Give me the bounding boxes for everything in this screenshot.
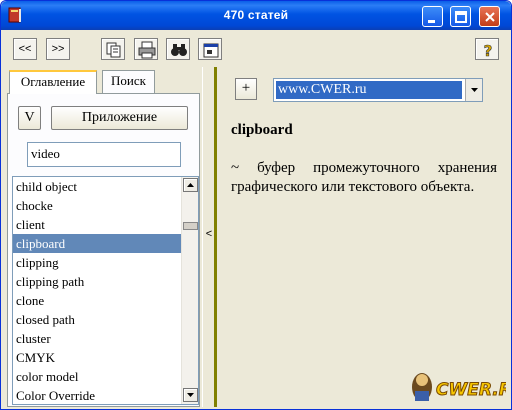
source-dropdown-button[interactable] — [465, 79, 482, 101]
list-item[interactable]: clone — [13, 291, 182, 310]
list-item[interactable]: chocke — [13, 196, 182, 215]
maximize-button[interactable] — [450, 6, 471, 27]
pane-splitter[interactable]: < — [202, 67, 214, 407]
arrow-up-icon — [187, 183, 194, 187]
close-button[interactable] — [479, 6, 500, 27]
arrow-down-icon — [187, 393, 194, 397]
article-term: clipboard — [231, 122, 293, 138]
list-item[interactable]: CMYK — [13, 348, 182, 367]
print-button[interactable] — [134, 38, 158, 60]
properties-button[interactable] — [198, 38, 222, 60]
list-item[interactable]: cluster — [13, 329, 182, 348]
source-select-value: www.CWER.ru — [276, 81, 462, 99]
svg-text:CWER.RU: CWER.RU — [436, 380, 506, 400]
properties-icon — [203, 43, 219, 58]
scroll-down-button[interactable] — [183, 388, 198, 402]
forward-button[interactable]: >> — [46, 38, 70, 60]
find-button[interactable] — [166, 38, 190, 60]
list-item[interactable]: closed path — [13, 310, 182, 329]
list-item[interactable]: clipping — [13, 253, 182, 272]
source-bar: + www.CWER.ru — [217, 67, 511, 107]
add-button[interactable]: + — [235, 78, 257, 100]
title-bar[interactable]: 470 статей — [1, 1, 511, 30]
binoculars-icon — [171, 44, 187, 56]
printer-icon — [138, 41, 156, 59]
scroll-up-button[interactable] — [183, 178, 198, 192]
contents-panel: V Приложение video child object chocke cli… — [7, 93, 200, 407]
topic-list[interactable]: child object chocke client clipboard clippin… — [12, 176, 199, 405]
tab-contents[interactable]: Оглавление — [9, 70, 97, 94]
close-icon — [485, 12, 495, 22]
tab-search[interactable]: Поиск — [102, 70, 155, 93]
minimize-icon — [428, 20, 435, 23]
minimize-button[interactable] — [422, 6, 443, 27]
search-input[interactable]: video — [27, 142, 181, 167]
help-button[interactable]: ? — [475, 38, 499, 60]
maximize-icon — [455, 11, 467, 23]
scroll-thumb[interactable] — [183, 222, 198, 230]
list-item[interactable]: clipping path — [13, 272, 182, 291]
copy-button[interactable] — [101, 38, 125, 60]
source-select[interactable]: www.CWER.ru — [273, 78, 483, 102]
list-scrollbar[interactable] — [181, 177, 198, 404]
app-window: 470 статей << >> ? Оглавление Поиск V Пр… — [0, 0, 512, 410]
copy-icon — [106, 42, 121, 58]
article-definition: ~ буфер промежуточного хранения графичес… — [231, 160, 497, 195]
svg-text:?: ? — [484, 42, 493, 59]
help-icon: ? — [483, 42, 493, 59]
list-item[interactable]: Color Override — [13, 386, 182, 404]
list-item[interactable]: color model — [13, 367, 182, 386]
application-button[interactable]: Приложение — [51, 106, 188, 130]
toolbar: << >> ? — [3, 31, 509, 67]
cwer-watermark-logo: CWER.RU — [412, 373, 506, 401]
back-button[interactable]: << — [13, 38, 37, 60]
article-view: clipboard ~ буфер промежуточного хранени… — [217, 107, 511, 407]
chevron-down-icon — [471, 88, 478, 92]
list-item-selected[interactable]: clipboard — [13, 234, 182, 253]
list-item[interactable]: child object — [13, 177, 182, 196]
contents-pane: Оглавление Поиск V Приложение video chil… — [3, 67, 202, 407]
collapse-pane-button[interactable]: < — [204, 228, 214, 240]
list-item[interactable]: client — [13, 215, 182, 234]
v-button[interactable]: V — [18, 106, 41, 130]
